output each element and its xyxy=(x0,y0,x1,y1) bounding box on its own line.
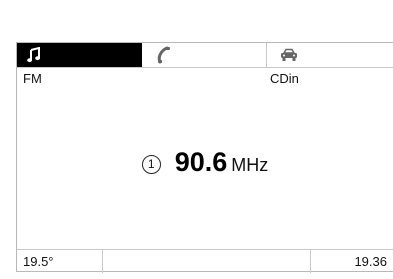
tab-phone[interactable] xyxy=(142,43,267,67)
tab-audio[interactable] xyxy=(17,43,142,67)
tab-bar xyxy=(17,43,393,68)
outside-temperature: 19.5° xyxy=(17,250,103,273)
frequency-unit: MHz xyxy=(231,155,269,175)
preset-number-badge: 1 xyxy=(141,155,161,174)
status-middle-field xyxy=(103,250,311,273)
status-bar: 19.5° 19.36 xyxy=(17,249,393,273)
tab-navigation[interactable] xyxy=(267,43,393,67)
band-label: FM xyxy=(23,71,42,86)
source-label[interactable]: CDin xyxy=(270,71,299,86)
frequency-value: 90.6 xyxy=(174,147,228,177)
frequency-display: 1 90.6 MHz xyxy=(17,147,393,178)
car-icon xyxy=(280,48,298,62)
infotainment-screen: FM CDin 1 90.6 MHz 19.5° 19.36 xyxy=(0,0,393,279)
phone-handset-icon xyxy=(157,46,171,64)
music-note-icon xyxy=(27,46,41,63)
display-frame: FM CDin 1 90.6 MHz 19.5° 19.36 xyxy=(16,42,393,273)
clock: 19.36 xyxy=(354,254,387,269)
